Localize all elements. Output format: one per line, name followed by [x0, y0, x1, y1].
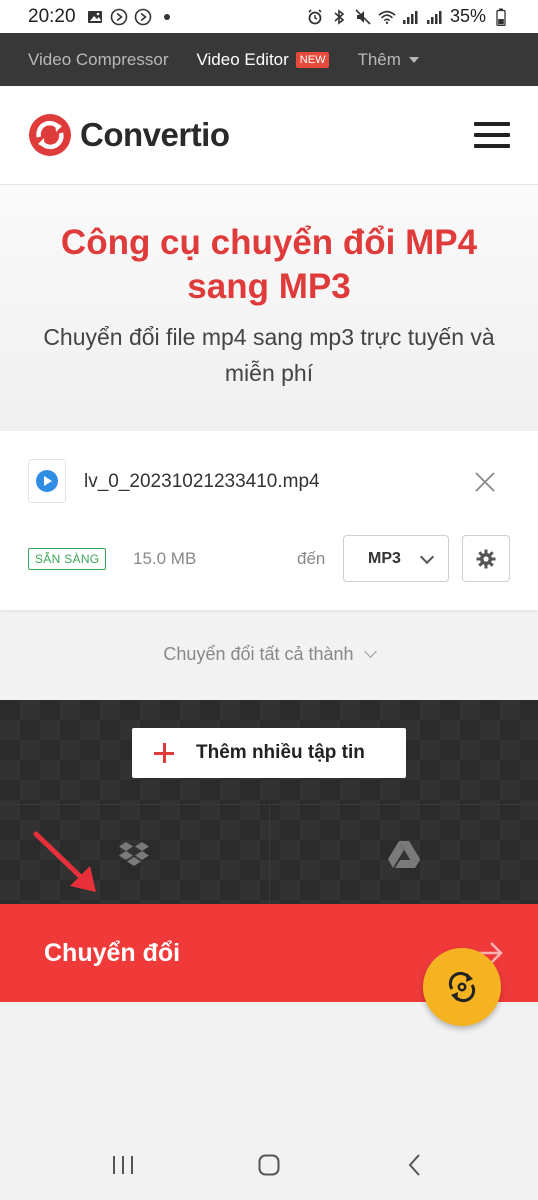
signal-icon — [402, 8, 420, 26]
recent-apps-icon — [113, 1156, 133, 1174]
plus-icon — [154, 743, 174, 763]
top-nav: Video Compressor Video Editor NEW Thêm — [0, 33, 538, 86]
nav-video-compressor[interactable]: Video Compressor — [28, 50, 168, 70]
dropbox-icon — [119, 841, 150, 866]
google-drive-button[interactable] — [268, 805, 538, 904]
refresh-fab-button[interactable] — [423, 948, 501, 1026]
mute-icon — [354, 8, 372, 26]
new-badge: NEW — [295, 51, 330, 68]
refresh-icon — [448, 971, 476, 1003]
battery-percent: 35% — [449, 6, 486, 26]
site-header: Convertio — [0, 86, 538, 185]
format-value: MP3 — [368, 549, 401, 567]
caret-down-icon — [408, 56, 419, 63]
status-badge: SẴN SÀNG — [28, 548, 107, 570]
close-icon[interactable] — [474, 471, 496, 493]
status-bar: 20:20 35% — [0, 0, 538, 33]
alarm-icon — [306, 8, 324, 26]
home-icon — [258, 1154, 280, 1176]
convert-all-label: Chuyển đổi tất cả thành — [163, 643, 354, 664]
chevron-down-icon — [363, 645, 377, 658]
battery-icon — [492, 8, 510, 26]
nav-label: Video Compressor — [28, 49, 169, 69]
chevron-down-icon — [419, 549, 435, 565]
status-left: 20:20 — [28, 6, 176, 28]
convertio-logo-icon[interactable] — [28, 113, 72, 157]
status-time: 20:20 — [28, 5, 76, 27]
system-nav-bar — [0, 1130, 538, 1200]
media-icon — [110, 8, 128, 26]
nav-more-dropdown[interactable]: Thêm — [357, 49, 419, 70]
add-files-label: Thêm nhiều tập tin — [196, 742, 365, 763]
video-file-icon — [28, 459, 66, 503]
hero-section: Công cụ chuyển đổi MP4 sang MP3 Chuyển đ… — [0, 185, 538, 431]
file-name: lv_0_20231021233410.mp4 — [84, 471, 320, 492]
bluetooth-icon — [330, 8, 348, 26]
format-select[interactable]: MP3 — [343, 535, 449, 582]
page-subtitle: Chuyển đổi file mp4 sang mp3 trực tuyến … — [43, 324, 495, 386]
back-icon — [408, 1154, 420, 1176]
media-icon-2 — [134, 8, 152, 26]
play-icon — [36, 470, 58, 492]
menu-icon[interactable] — [474, 122, 510, 148]
convert-label: Chuyển đổi — [44, 938, 181, 967]
recent-apps-button[interactable] — [103, 1145, 143, 1185]
home-button[interactable] — [249, 1145, 289, 1185]
notification-dot-icon — [158, 8, 176, 26]
gallery-icon — [86, 8, 104, 26]
add-files-button[interactable]: Thêm nhiều tập tin — [132, 728, 406, 778]
gear-icon — [476, 549, 496, 568]
logo-text[interactable]: Convertio — [80, 116, 230, 154]
to-label: đến — [297, 549, 326, 568]
status-right: 35% — [306, 6, 510, 27]
signal-icon-2 — [426, 8, 444, 26]
convert-all-dropdown[interactable]: Chuyển đổi tất cả thành — [0, 630, 538, 678]
wifi-icon — [378, 8, 396, 26]
nav-label: Thêm — [357, 49, 401, 69]
file-card: lv_0_20231021233410.mp4 SẴN SÀNG 15.0 MB… — [0, 431, 538, 610]
google-drive-icon — [387, 840, 420, 868]
file-size: 15.0 MB — [133, 549, 197, 568]
back-button[interactable] — [395, 1145, 435, 1185]
settings-button[interactable] — [462, 535, 510, 582]
nav-video-editor[interactable]: Video Editor NEW — [196, 49, 330, 70]
annotation-arrow-icon — [33, 831, 96, 892]
page-title: Công cụ chuyển đổi MP4 sang MP3 — [60, 223, 478, 306]
nav-label: Video Editor — [196, 49, 289, 69]
